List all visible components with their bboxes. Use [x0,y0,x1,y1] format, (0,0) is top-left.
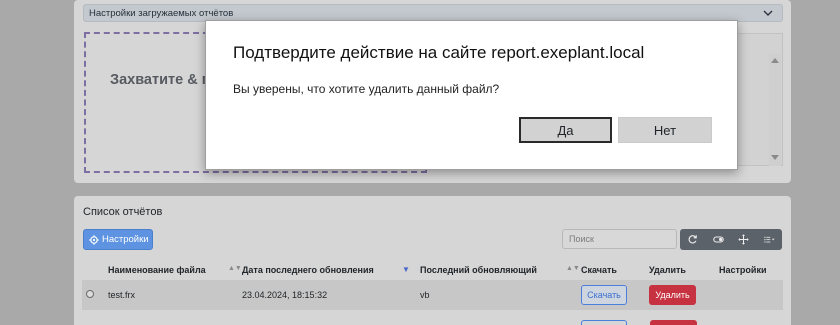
cell-updated-date: 23.04.2024, 18:15:32 [242,290,328,300]
reports-table: Наименование файла ▲▼ Дата последнего об… [82,259,783,310]
scroll-down-icon[interactable] [771,155,779,160]
move-button[interactable] [731,229,757,250]
dropzone-text: Захватите & п [110,72,211,88]
list-icon [764,236,775,243]
confirm-dialog: Подтвердите действие на сайте report.exe… [205,20,738,170]
delete-button[interactable]: Удалить [649,285,696,305]
columns-menu-button[interactable] [757,229,783,250]
dialog-message: Вы уверены, что хотите удалить данный фа… [233,82,500,96]
delete-button[interactable] [650,320,697,325]
column-header-settings: Настройки [719,264,767,275]
refresh-button[interactable] [680,229,706,250]
move-icon [738,234,749,245]
sort-desc-icon[interactable]: ▼ [402,265,410,274]
download-button[interactable]: Скачать [581,285,627,305]
accordion-label: Настройки загружаемых отчётов [89,7,234,19]
confirm-ok-button[interactable]: Да [519,117,612,143]
search-placeholder: Поиск [569,234,594,244]
column-header-date[interactable]: Дата последнего обновления ▼ [238,259,416,280]
reports-title: Список отчётов [83,206,163,218]
chevron-down-icon[interactable] [762,7,774,19]
search-input[interactable]: Поиск [562,229,677,249]
gear-icon [89,234,99,245]
cell-file-name: test.frx [108,290,136,300]
column-header-download: Скачать [581,264,617,275]
reports-panel: Список отчётов Настройки Поиск Наименова… [74,196,791,325]
toggle-button[interactable] [706,229,732,250]
column-header-user[interactable]: Последний обновляющий ▲▼ [416,259,580,280]
cell-settings [715,280,783,310]
settings-button[interactable]: Настройки [83,229,153,250]
cell-updated-by: vb [420,290,430,300]
preview-scrollbar[interactable] [769,54,781,166]
toggle-icon [713,236,724,243]
column-header-delete: Удалить [649,264,686,275]
table-header-row: Наименование файла ▲▼ Дата последнего об… [82,259,783,280]
dialog-title: Подтвердите действие на сайте report.exe… [233,43,645,62]
table-row[interactable]: test.frx 23.04.2024, 18:15:32 vb Скачать… [82,280,783,310]
settings-button-label: Настройки [102,234,149,245]
scroll-up-icon[interactable] [771,58,779,63]
confirm-cancel-button[interactable]: Нет [618,117,712,143]
refresh-icon [688,235,697,244]
column-header-name[interactable]: Наименование файла ▲▼ [104,259,242,280]
select-column-header [82,259,104,280]
download-button[interactable] [581,320,627,325]
table-toolbar [680,229,782,250]
row-select-radio[interactable] [86,290,94,298]
